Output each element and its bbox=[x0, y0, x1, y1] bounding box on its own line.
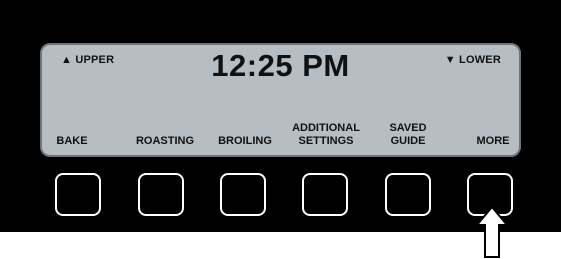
saved-guide-key[interactable] bbox=[385, 173, 431, 216]
oven-control-panel: ▲ UPPER 12:25 PM ▼ LOWER BAKE ROASTING B… bbox=[0, 0, 561, 232]
lcd-display: ▲ UPPER 12:25 PM ▼ LOWER BAKE ROASTING B… bbox=[40, 43, 521, 157]
soft-label-saved-guide: SAVED GUIDE bbox=[389, 122, 427, 147]
soft-label-broiling: BROILING bbox=[218, 135, 272, 147]
soft-label-bake: BAKE bbox=[56, 135, 88, 147]
soft-label-more: MORE bbox=[476, 135, 510, 147]
additional-settings-key[interactable] bbox=[302, 173, 348, 216]
broiling-key[interactable] bbox=[220, 173, 266, 216]
soft-label-roasting: ROASTING bbox=[135, 135, 195, 147]
roasting-key[interactable] bbox=[138, 173, 184, 216]
soft-label-additional-settings: ADDITIONAL SETTINGS bbox=[292, 122, 360, 147]
lower-oven-label: ▼ LOWER bbox=[444, 54, 501, 66]
up-arrow-icon bbox=[475, 205, 509, 258]
bake-key[interactable] bbox=[55, 173, 101, 216]
